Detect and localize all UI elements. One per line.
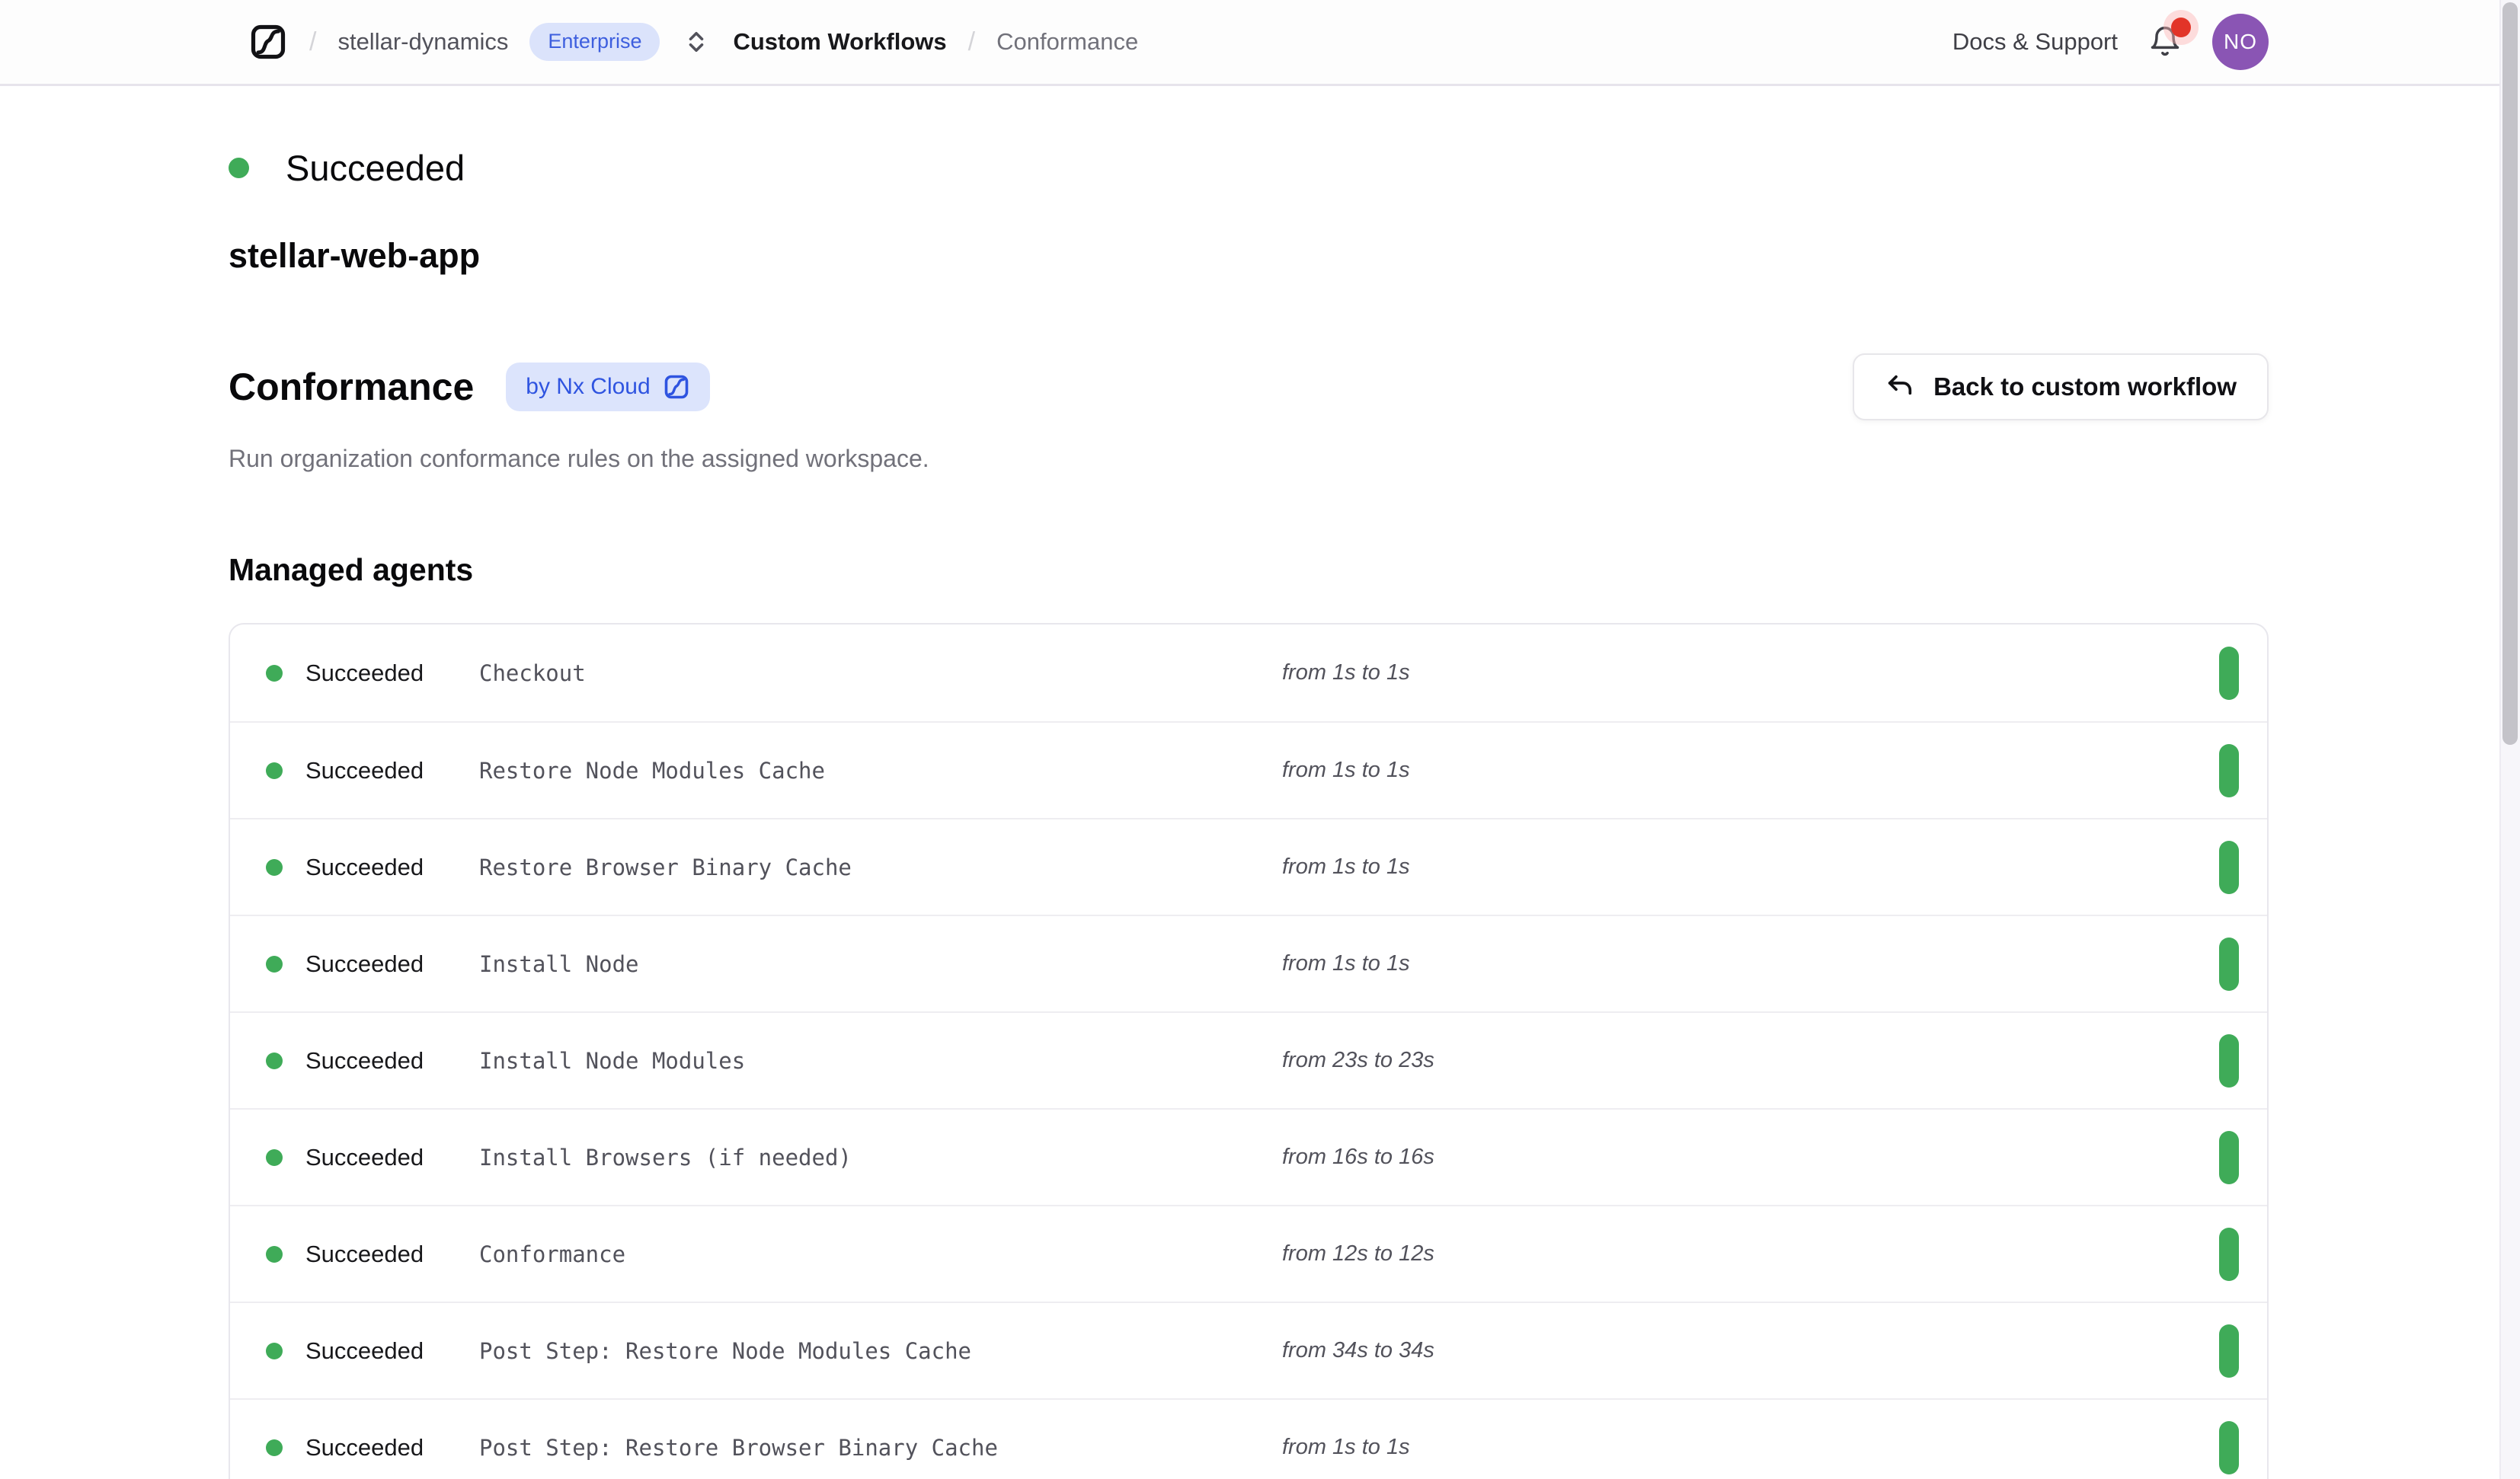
step-duration-bar (2219, 938, 2239, 991)
step-status: Succeeded (305, 757, 479, 784)
step-name: Post Step: Restore Browser Binary Cache (479, 1435, 1282, 1461)
agent-step-row[interactable]: Succeeded Conformance from 12s to 12s (230, 1205, 2267, 1302)
notifications-button[interactable] (2148, 25, 2182, 59)
workflow-title: Conformance (229, 365, 474, 409)
step-duration-bar (2219, 841, 2239, 894)
managed-agents-list: Succeeded Checkout from 1s to 1s Succeed… (229, 623, 2269, 1479)
step-duration-bar (2219, 1421, 2239, 1474)
agent-step-row[interactable]: Succeeded Post Step: Restore Browser Bin… (230, 1398, 2267, 1479)
back-button-label: Back to custom workflow (1933, 372, 2237, 401)
step-duration-bar (2219, 744, 2239, 797)
workspace-switcher-icon[interactable] (683, 28, 710, 56)
agent-step-row[interactable]: Succeeded Install Node Modules from 23s … (230, 1011, 2267, 1108)
docs-support-link[interactable]: Docs & Support (1952, 28, 2118, 56)
nav-actions: Docs & Support NO (1952, 14, 2269, 70)
step-name: Conformance (479, 1241, 1282, 1267)
agent-step-row[interactable]: Succeeded Install Node from 1s to 1s (230, 915, 2267, 1011)
avatar[interactable]: NO (2212, 14, 2269, 70)
step-name: Install Browsers (if needed) (479, 1145, 1282, 1171)
success-dot-icon (266, 956, 283, 973)
step-status: Succeeded (305, 1047, 479, 1075)
breadcrumb-separator: / (968, 27, 975, 57)
step-duration-bar (2219, 647, 2239, 700)
step-timing: from 1s to 1s (1282, 951, 1410, 976)
breadcrumb-page: Conformance (996, 28, 1138, 56)
step-status: Succeeded (305, 1144, 479, 1171)
scrollbar-track[interactable] (2499, 0, 2520, 1479)
agent-step-row[interactable]: Succeeded Checkout from 1s to 1s (230, 625, 2267, 721)
by-nx-cloud-badge[interactable]: by Nx Cloud (506, 363, 709, 411)
breadcrumb: / stellar-dynamics Enterprise Custom Wor… (248, 22, 1138, 62)
breadcrumb-workspace[interactable]: stellar-dynamics (337, 28, 508, 56)
main-content: Succeeded stellar-web-app Conformance by… (0, 147, 2520, 1479)
workflow-header: Conformance by Nx Cloud Back to custom w… (229, 353, 2269, 420)
step-status: Succeeded (305, 1434, 479, 1461)
step-duration-bar (2219, 1228, 2239, 1281)
step-duration-bar (2219, 1034, 2239, 1088)
step-name: Restore Browser Binary Cache (479, 854, 1282, 880)
run-status-label: Succeeded (286, 147, 465, 189)
step-name: Restore Node Modules Cache (479, 758, 1282, 784)
step-timing: from 34s to 34s (1282, 1338, 1434, 1363)
workflow-description: Run organization conformance rules on th… (229, 445, 2269, 473)
run-status: Succeeded (229, 147, 2269, 189)
step-status: Succeeded (305, 950, 479, 978)
step-timing: from 23s to 23s (1282, 1048, 1434, 1073)
by-nx-cloud-label: by Nx Cloud (526, 374, 650, 400)
scrollbar-thumb[interactable] (2502, 2, 2518, 745)
step-timing: from 1s to 1s (1282, 854, 1410, 880)
step-name: Install Node (479, 951, 1282, 977)
back-to-custom-workflow-button[interactable]: Back to custom workflow (1853, 353, 2269, 420)
success-dot-icon (229, 158, 249, 178)
step-status: Succeeded (305, 1241, 479, 1268)
step-status: Succeeded (305, 854, 479, 881)
step-duration-bar (2219, 1324, 2239, 1378)
step-timing: from 16s to 16s (1282, 1145, 1434, 1170)
agent-step-row[interactable]: Succeeded Install Browsers (if needed) f… (230, 1108, 2267, 1205)
step-timing: from 12s to 12s (1282, 1241, 1434, 1267)
success-dot-icon (266, 1439, 283, 1456)
success-dot-icon (266, 1149, 283, 1166)
agent-step-row[interactable]: Succeeded Restore Browser Binary Cache f… (230, 818, 2267, 915)
notification-dot (2171, 18, 2191, 37)
success-dot-icon (266, 1343, 283, 1359)
breadcrumb-section[interactable]: Custom Workflows (733, 28, 946, 56)
success-dot-icon (266, 1246, 283, 1263)
top-nav: / stellar-dynamics Enterprise Custom Wor… (0, 0, 2520, 86)
step-status: Succeeded (305, 660, 479, 687)
enterprise-badge: Enterprise (529, 23, 660, 61)
agent-step-row[interactable]: Succeeded Restore Node Modules Cache fro… (230, 721, 2267, 818)
undo-arrow-icon (1885, 372, 1915, 402)
step-timing: from 1s to 1s (1282, 1435, 1410, 1460)
managed-agents-heading: Managed agents (229, 552, 2269, 588)
nx-cloud-logo-icon[interactable] (248, 22, 288, 62)
step-timing: from 1s to 1s (1282, 660, 1410, 685)
success-dot-icon (266, 1053, 283, 1069)
success-dot-icon (266, 665, 283, 682)
breadcrumb-separator: / (309, 27, 316, 57)
step-timing: from 1s to 1s (1282, 758, 1410, 783)
workspace-title: stellar-web-app (229, 236, 2269, 276)
nx-cloud-badge-icon (663, 373, 690, 401)
step-status: Succeeded (305, 1337, 479, 1365)
success-dot-icon (266, 762, 283, 779)
agent-step-row[interactable]: Succeeded Post Step: Restore Node Module… (230, 1302, 2267, 1398)
step-duration-bar (2219, 1131, 2239, 1184)
success-dot-icon (266, 859, 283, 876)
step-name: Install Node Modules (479, 1048, 1282, 1074)
step-name: Checkout (479, 660, 1282, 686)
step-name: Post Step: Restore Node Modules Cache (479, 1338, 1282, 1364)
